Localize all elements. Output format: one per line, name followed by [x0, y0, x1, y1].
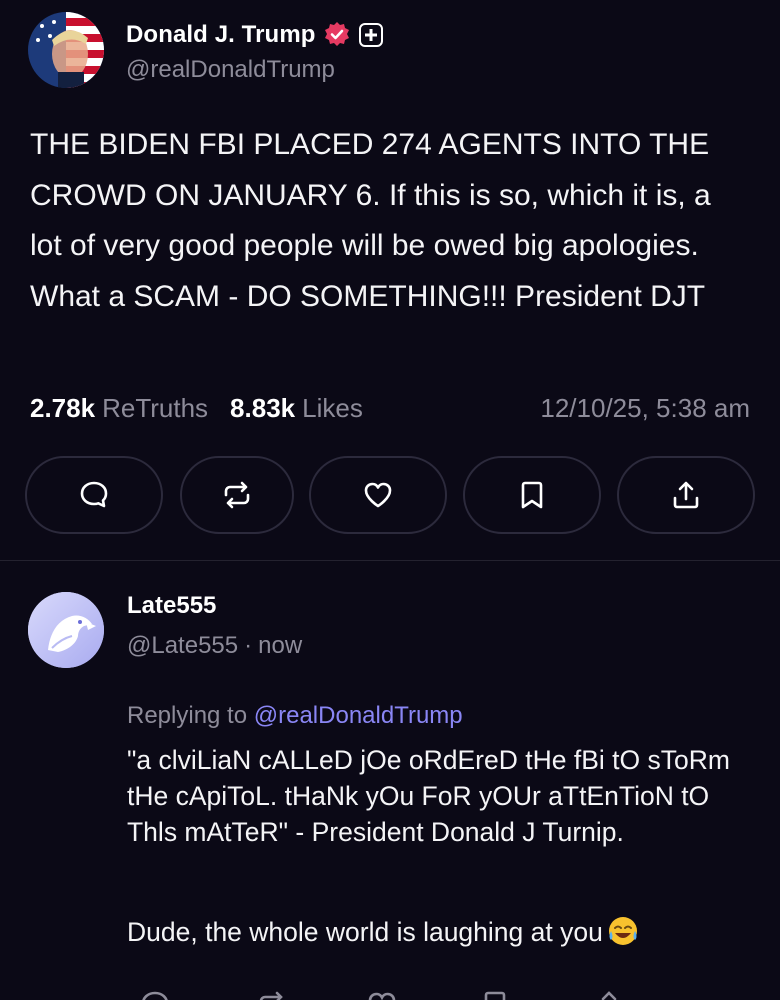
- thread-divider: [0, 560, 780, 561]
- tears-of-joy-emoji: [607, 915, 639, 947]
- reply-author-avatar[interactable]: [28, 592, 104, 668]
- post-stats: 2.78k ReTruths 8.83k Likes 12/10/25, 5:3…: [30, 386, 750, 430]
- bookmark-icon: [521, 481, 543, 509]
- reply-author-name[interactable]: Late555: [127, 592, 216, 620]
- share-button[interactable]: [617, 456, 755, 534]
- share-icon: [673, 481, 699, 509]
- share-icon[interactable]: [592, 988, 626, 1000]
- retruths-label[interactable]: ReTruths: [102, 393, 208, 424]
- heart-icon: [364, 482, 392, 508]
- bookmark-button[interactable]: [463, 456, 601, 534]
- heart-icon[interactable]: [365, 988, 399, 1000]
- reply-body: "a clviLiaN cALLeD jOe oRdEreD tHe fBi t…: [127, 745, 730, 847]
- reply-meta: @Late555 · now: [127, 632, 302, 660]
- bookmark-icon[interactable]: [478, 988, 512, 1000]
- retruth-icon: [224, 481, 250, 509]
- reply-button[interactable]: [25, 456, 163, 534]
- post-body: THE BIDEN FBI PLACED 274 AGENTS INTO THE…: [30, 128, 711, 313]
- reply-author-handle[interactable]: @Late555: [127, 632, 238, 659]
- reply-icon: [80, 481, 108, 508]
- verified-check-icon: [323, 21, 351, 49]
- likes-count[interactable]: 8.83k: [230, 393, 295, 424]
- plus-badge-icon: [358, 23, 383, 47]
- author-avatar[interactable]: [28, 12, 104, 88]
- replying-to: Replying to @realDonaldTrump: [127, 702, 463, 730]
- retruths-count[interactable]: 2.78k: [30, 393, 95, 424]
- post-actions: [25, 456, 755, 534]
- post-header: Donald J. Trump @realDonaldTrump: [28, 12, 383, 92]
- eagle-avatar-icon: [28, 592, 104, 668]
- like-button[interactable]: [309, 456, 447, 534]
- retruth-button[interactable]: [180, 456, 294, 534]
- replying-to-mention[interactable]: @realDonaldTrump: [254, 702, 463, 729]
- reply-body-second-text: Dude, the whole world is laughing at you: [127, 917, 603, 947]
- replying-to-prefix: Replying to: [127, 702, 248, 729]
- likes-label[interactable]: Likes: [302, 393, 363, 424]
- meta-separator: ·: [244, 632, 253, 659]
- author-block: Donald J. Trump @realDonaldTrump: [126, 12, 383, 84]
- post-thread: Donald J. Trump @realDonaldTrump THE BID…: [0, 0, 780, 1000]
- reply-time: now: [258, 632, 303, 659]
- reply-actions: [0, 984, 780, 1000]
- reply-body-second-paragraph: Dude, the whole world is laughing at you: [127, 914, 747, 950]
- author-name-row: Donald J. Trump: [126, 18, 383, 52]
- retruth-icon[interactable]: [255, 988, 289, 1000]
- post-timestamp: 12/10/25, 5:38 am: [540, 392, 750, 423]
- author-name[interactable]: Donald J. Trump: [126, 21, 316, 49]
- reply-icon[interactable]: [138, 988, 172, 1000]
- author-handle[interactable]: @realDonaldTrump: [126, 56, 383, 84]
